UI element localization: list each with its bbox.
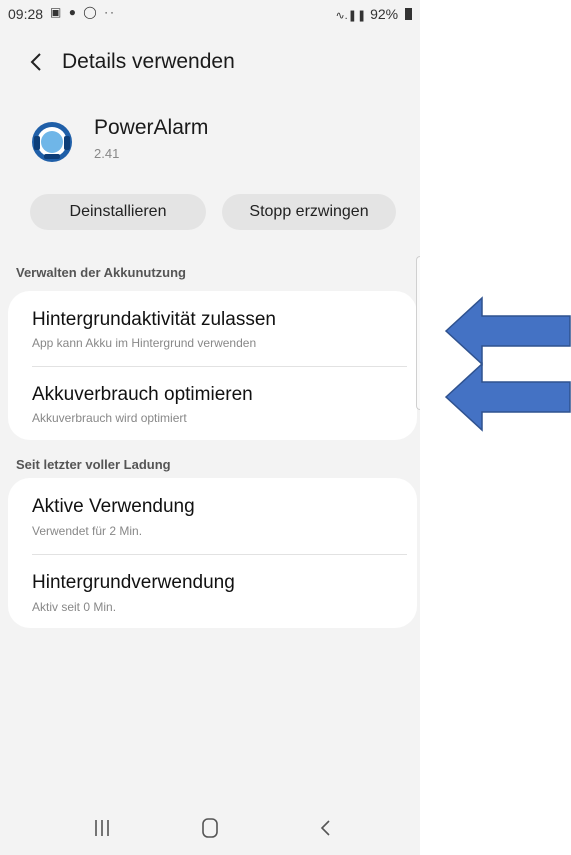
section-title-battery-management: Verwalten der Akkunutzung (16, 265, 186, 280)
force-stop-button[interactable]: Stopp erzwingen (222, 194, 396, 230)
recent-apps-icon (95, 820, 109, 836)
list-item-optimize-battery[interactable]: Akkuverbrauch optimieren Akkuverbrauch w… (8, 367, 417, 440)
home-button[interactable] (190, 810, 230, 846)
battery-management-card: Hintergrundaktivität zulassen App kann A… (8, 291, 417, 440)
app-version: 2.41 (94, 146, 120, 161)
back-button[interactable] (20, 46, 52, 78)
app-info: PowerAlarm 2.41 (0, 108, 420, 168)
item-title: Aktive Verwendung (32, 496, 195, 517)
nav-back-button[interactable] (306, 810, 346, 846)
notification-icons: ▣ ● ◯ ·· (50, 5, 116, 19)
uninstall-button[interactable]: Deinstallieren (30, 194, 206, 230)
back-icon (320, 820, 330, 836)
whatsapp-icon: ◯ (83, 5, 99, 19)
usage-card: Aktive Verwendung Verwendet für 2 Min. H… (8, 478, 417, 628)
app-name: PowerAlarm (94, 116, 209, 139)
list-item-active-usage[interactable]: Aktive Verwendung Verwendet für 2 Min. (8, 478, 417, 553)
chevron-left-icon (30, 53, 41, 71)
status-bar: 09:28 ▣ ● ◯ ·· ∿.❚❚ 92% (0, 0, 420, 30)
section-title-since-last-charge: Seit letzter voller Ladung (16, 457, 171, 472)
item-title: Hintergrundaktivität zulassen (32, 309, 276, 330)
wifi-signal-icon: ∿.❚❚ (335, 10, 367, 22)
item-title: Hintergrundverwendung (32, 572, 235, 593)
shield-icon: ● (68, 5, 78, 19)
image-icon: ▣ (50, 5, 64, 19)
app-icon (32, 122, 72, 162)
more-icon: ·· (104, 5, 117, 19)
item-title: Akkuverbrauch optimieren (32, 384, 253, 405)
list-item-background-usage[interactable]: Hintergrundverwendung Aktiv seit 0 Min. (8, 555, 417, 628)
status-right: ∿.❚❚ 92% (335, 6, 412, 22)
battery-percent: 92% (370, 6, 399, 22)
scroll-indicator[interactable] (416, 256, 420, 410)
app-bar: Details verwenden (0, 40, 420, 84)
item-subtitle: Aktiv seit 0 Min. (32, 600, 117, 614)
home-icon (202, 818, 218, 838)
list-item-background-activity[interactable]: Hintergrundaktivität zulassen App kann A… (8, 291, 417, 365)
annotation-arrow-left-icon (444, 296, 571, 366)
battery-icon (405, 8, 412, 20)
annotation-arrow-left-icon (444, 362, 571, 432)
navigation-bar (0, 800, 420, 855)
recent-apps-button[interactable] (82, 810, 122, 846)
item-subtitle: App kann Akku im Hintergrund verwenden (32, 336, 257, 350)
page-title: Details verwenden (62, 50, 235, 73)
item-subtitle: Verwendet für 2 Min. (32, 524, 143, 538)
phone-screen: 09:28 ▣ ● ◯ ·· ∿.❚❚ 92% Details verwende… (0, 0, 420, 855)
status-time: 09:28 (8, 6, 44, 22)
item-subtitle: Akkuverbrauch wird optimiert (32, 411, 187, 425)
